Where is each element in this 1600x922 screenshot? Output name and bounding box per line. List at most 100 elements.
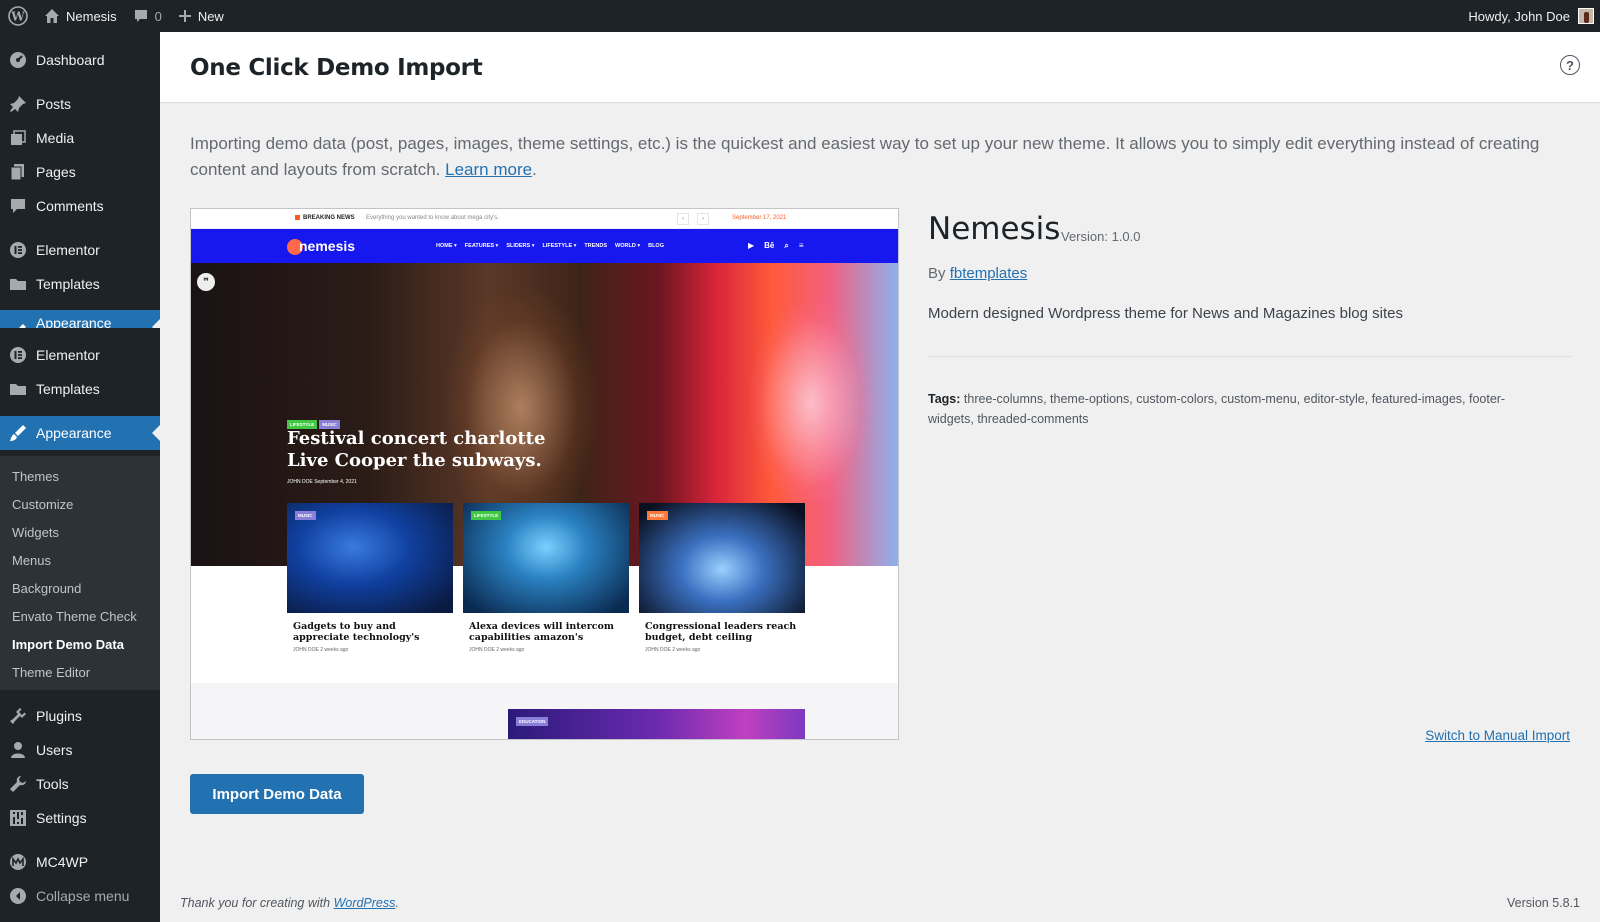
folder-icon xyxy=(0,267,36,301)
page-title: One Click Demo Import xyxy=(190,55,483,81)
dashboard-icon xyxy=(0,43,36,77)
account-menu[interactable]: Howdy, John Doe xyxy=(1460,0,1600,32)
comment-icon xyxy=(133,8,149,24)
preview-date: September 17, 2021 xyxy=(732,215,787,221)
plugin-icon xyxy=(0,699,36,733)
sidebar-item-templates[interactable]: Templates xyxy=(0,267,160,301)
user-icon xyxy=(0,733,36,767)
theme-version: Version: 1.0.0 xyxy=(1061,229,1141,244)
preview-hero-meta: JOHN DOE September 4, 2021 xyxy=(287,479,357,485)
submenu-customize[interactable]: Customize xyxy=(12,497,73,512)
preview-menu: HOME ▾ FEATURES ▾ SLIDERS ▾ LIFESTYLE ▾ … xyxy=(436,243,664,249)
sidebar-item-elementor-2[interactable]: Elementor xyxy=(0,338,160,372)
comments-link[interactable]: 0 xyxy=(125,0,170,32)
preview-prev-arrow-icon: ‹ xyxy=(677,213,689,225)
avatar xyxy=(1578,8,1594,24)
submenu-menus[interactable]: Menus xyxy=(12,553,51,568)
pages-icon xyxy=(0,155,36,189)
preview-behance-icon: Bē xyxy=(764,241,775,250)
svg-text:W: W xyxy=(10,10,25,24)
collapse-arrow-icon xyxy=(0,879,36,913)
preview-topbar: BREAKING NEWS Everything you wanted to k… xyxy=(191,209,898,229)
submenu-theme-editor[interactable]: Theme Editor xyxy=(12,665,90,680)
preview-menu-icon: ≡ xyxy=(798,241,804,250)
preview-quote-icon: ❞ xyxy=(197,273,215,291)
comment-icon xyxy=(0,189,36,223)
preview-nav: nemesis HOME ▾ FEATURES ▾ SLIDERS ▾ LIFE… xyxy=(191,229,898,263)
preview-search-icon: ⌕ xyxy=(784,241,789,250)
preview-card: MUSIC Congressional leaders reach budget… xyxy=(639,503,805,663)
comments-count: 0 xyxy=(154,8,162,24)
sidebar-item-mc4wp[interactable]: MC4WP xyxy=(0,845,160,879)
brush-icon xyxy=(0,315,36,328)
submenu-background[interactable]: Background xyxy=(12,581,81,596)
preview-youtube-icon: ▶ xyxy=(748,241,755,250)
wrench-icon xyxy=(0,767,36,801)
appearance-submenu: Themes Customize Widgets Menus Backgroun… xyxy=(0,456,160,690)
brush-icon xyxy=(0,416,36,450)
intro-period: . xyxy=(532,160,537,179)
preview-education-image: EDUCATION xyxy=(508,709,805,739)
sidebar-item-users[interactable]: Users xyxy=(0,733,160,767)
submenu-themes[interactable]: Themes xyxy=(12,469,59,484)
sidebar-item-dashboard[interactable]: Dashboard xyxy=(0,43,160,77)
sidebar-item-elementor[interactable]: Elementor xyxy=(0,233,160,267)
site-name: Nemesis xyxy=(66,8,117,24)
wordpress-logo-icon[interactable]: W xyxy=(0,0,36,32)
elementor-icon xyxy=(0,338,36,372)
new-label: New xyxy=(197,8,224,24)
wordpress-link[interactable]: WordPress xyxy=(334,896,396,910)
admin-sidebar: Dashboard Posts Media Pages Comments Ele… xyxy=(0,32,160,922)
pin-icon xyxy=(0,87,36,121)
plus-icon xyxy=(178,9,192,23)
submenu-widgets[interactable]: Widgets xyxy=(12,525,59,540)
preview-next-arrow-icon: › xyxy=(697,213,709,225)
preview-nav-icons: ▶ Bē ⌕ ≡ xyxy=(748,241,804,251)
footer-version: Version 5.8.1 xyxy=(1507,896,1580,910)
theme-screenshot: BREAKING NEWS Everything you wanted to k… xyxy=(190,208,899,740)
learn-more-link[interactable]: Learn more xyxy=(445,160,532,179)
intro-paragraph: Importing demo data (post, pages, images… xyxy=(190,134,1540,179)
import-demo-data-button[interactable]: Import Demo Data xyxy=(190,774,364,814)
tags-label: Tags: xyxy=(928,392,961,406)
submenu-envato-theme-check[interactable]: Envato Theme Check xyxy=(12,609,137,624)
footer-thanks: Thank you for creating with WordPress. xyxy=(180,896,399,910)
sidebar-item-appearance-clipped[interactable]: Appearance xyxy=(0,310,160,328)
theme-tags: Tags: three-columns, theme-options, cust… xyxy=(928,389,1548,429)
sidebar-item-appearance[interactable]: Appearance xyxy=(0,416,160,450)
preview-logo: nemesis xyxy=(287,238,355,256)
home-icon xyxy=(44,8,60,24)
preview-hero-title: Festival concert charlotte Live Cooper t… xyxy=(287,428,546,471)
sidebar-item-templates-2[interactable]: Templates xyxy=(0,372,160,406)
folder-icon xyxy=(0,372,36,406)
elementor-icon xyxy=(0,233,36,267)
sidebar-item-plugins[interactable]: Plugins xyxy=(0,699,160,733)
howdy-text: Howdy, John Doe xyxy=(1468,8,1570,24)
sidebar-item-posts[interactable]: Posts xyxy=(0,87,160,121)
page-header: One Click Demo Import ? xyxy=(160,32,1600,103)
sidebar-item-tools[interactable]: Tools xyxy=(0,767,160,801)
intro-text: Importing demo data (post, pages, images… xyxy=(190,131,1550,183)
preview-ticker: Everything you wanted to know about mega… xyxy=(366,215,499,221)
preview-card: MUSIC Gadgets to buy and appreciate tech… xyxy=(287,503,453,663)
sidebar-item-pages[interactable]: Pages xyxy=(0,155,160,189)
tags-list: three-columns, theme-options, custom-col… xyxy=(928,392,1506,426)
theme-description: Modern designed Wordpress theme for News… xyxy=(928,305,1403,322)
preview-breaking-news: BREAKING NEWS xyxy=(295,215,355,221)
theme-author: By fbtemplates xyxy=(928,265,1028,282)
sidebar-item-settings[interactable]: Settings xyxy=(0,801,160,835)
switch-to-manual-import-link[interactable]: Switch to Manual Import xyxy=(1425,728,1570,743)
settings-icon xyxy=(0,801,36,835)
collapse-menu-button[interactable]: Collapse menu xyxy=(0,879,160,913)
new-content-link[interactable]: New xyxy=(170,0,232,32)
mc4wp-icon xyxy=(0,845,36,879)
admin-bar: W Nemesis 0 New Howdy, John Doe xyxy=(0,0,1600,32)
media-icon xyxy=(0,121,36,155)
theme-author-link[interactable]: fbtemplates xyxy=(950,265,1028,282)
sidebar-item-comments[interactable]: Comments xyxy=(0,189,160,223)
preview-card: LIFESTYLE Alexa devices will intercom ca… xyxy=(463,503,629,663)
site-name-link[interactable]: Nemesis xyxy=(36,0,125,32)
sidebar-item-media[interactable]: Media xyxy=(0,121,160,155)
help-icon[interactable]: ? xyxy=(1560,55,1580,75)
submenu-import-demo-data[interactable]: Import Demo Data xyxy=(12,637,124,652)
